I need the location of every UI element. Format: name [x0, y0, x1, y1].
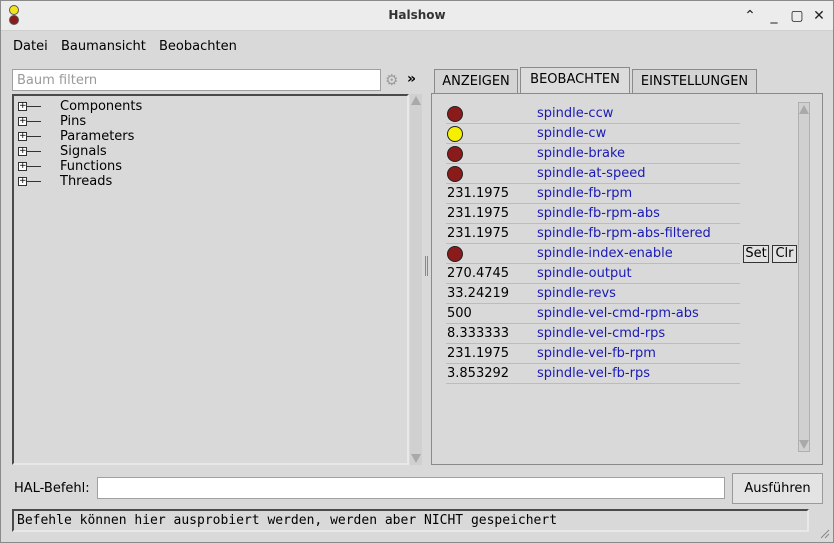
watch-item-name[interactable]: spindle-cw	[537, 126, 606, 141]
watch-value: 231.1975	[447, 206, 510, 221]
watch-item-name[interactable]: spindle-fb-rpm	[537, 186, 632, 201]
watch-item-name[interactable]: spindle-brake	[537, 146, 625, 161]
watch-item-name[interactable]: spindle-ccw	[537, 106, 613, 121]
scroll-up-icon[interactable]	[411, 96, 421, 105]
watch-value: 231.1975	[447, 186, 510, 201]
menu-bar: Datei Baumansicht Beobachten	[1, 32, 833, 62]
clr-button[interactable]: Clr	[772, 245, 797, 263]
minimize-icon[interactable]: _	[766, 7, 782, 25]
watch-row: spindle-ccw	[446, 104, 740, 124]
set-button[interactable]: Set	[743, 245, 769, 263]
watch-row: 500 spindle-vel-cmd-rpm-abs	[446, 304, 740, 324]
scroll-up-icon[interactable]	[799, 105, 809, 114]
tree-item-label: Components	[60, 99, 143, 114]
pane-divider-handle[interactable]	[425, 256, 428, 276]
menu-datei[interactable]: Datei	[13, 39, 48, 54]
execute-button[interactable]: Ausführen	[732, 473, 823, 504]
watch-value: 270.4745	[447, 266, 510, 281]
hal-command-label: HAL-Befehl:	[14, 481, 90, 496]
watch-item-name[interactable]: spindle-index-enable	[537, 246, 673, 261]
plus-icon[interactable]: +	[18, 162, 27, 171]
led-on-icon	[447, 126, 463, 142]
led-off-icon	[447, 106, 463, 122]
watch-value: 33.24219	[447, 286, 510, 301]
watch-item-name[interactable]: spindle-vel-cmd-rpm-abs	[537, 306, 699, 321]
watch-item-name[interactable]: spindle-at-speed	[537, 166, 645, 181]
resize-grip-icon[interactable]	[820, 529, 830, 539]
watch-item-name[interactable]: spindle-revs	[537, 286, 616, 301]
expand-more-button[interactable]: »	[407, 71, 416, 87]
menu-beobachten[interactable]: Beobachten	[159, 39, 237, 54]
watch-row: 231.1975 spindle-fb-rpm-abs	[446, 204, 740, 224]
plus-icon[interactable]: +	[18, 102, 27, 111]
watch-item-name[interactable]: spindle-vel-cmd-rps	[537, 326, 665, 341]
watch-row: spindle-brake	[446, 144, 740, 164]
scroll-down-icon[interactable]	[411, 454, 421, 463]
watch-value: 8.333333	[447, 326, 510, 341]
watch-row: spindle-at-speed	[446, 164, 740, 184]
tree-item-label: Signals	[60, 144, 107, 159]
watch-value: 231.1975	[447, 226, 510, 241]
watch-row: 231.1975 spindle-fb-rpm-abs-filtered	[446, 224, 740, 244]
plus-icon[interactable]: +	[18, 147, 27, 156]
watch-row: 3.853292 spindle-vel-fb-rps	[446, 364, 740, 384]
title-bar: Halshow ⌃ _ ▢ ✕	[1, 1, 833, 31]
tree-scrollbar[interactable]	[410, 94, 422, 465]
scroll-down-icon[interactable]	[799, 440, 809, 449]
tree-item-label: Parameters	[60, 129, 135, 144]
status-line: Befehle können hier ausprobiert werden, …	[12, 509, 809, 532]
watch-row: 270.4745 spindle-output	[446, 264, 740, 284]
watch-value: 231.1975	[447, 346, 510, 361]
gear-icon[interactable]: ⚙	[385, 71, 398, 89]
hal-command-input[interactable]	[97, 477, 725, 499]
shade-icon[interactable]: ⌃	[742, 7, 758, 25]
tree-filter-input[interactable]: Baum filtern	[12, 69, 381, 91]
watch-item-name[interactable]: spindle-vel-fb-rpm	[537, 346, 656, 361]
watch-row: 33.24219 spindle-revs	[446, 284, 740, 304]
menu-baumansicht[interactable]: Baumansicht	[61, 39, 146, 54]
watch-row: spindle-cw	[446, 124, 740, 144]
plus-icon[interactable]: +	[18, 177, 27, 186]
plus-icon[interactable]: +	[18, 132, 27, 141]
hal-tree[interactable]: + Components + Pins + Parameters + Signa…	[12, 94, 409, 465]
watch-row: 231.1975 spindle-vel-fb-rpm	[446, 344, 740, 364]
watch-item-name[interactable]: spindle-fb-rpm-abs	[537, 206, 660, 221]
window-title: Halshow	[388, 8, 446, 22]
halshow-window: Halshow ⌃ _ ▢ ✕ Datei Baumansicht Beobac…	[0, 0, 834, 543]
tree-item-label: Functions	[60, 159, 123, 174]
watch-scrollbar[interactable]	[798, 102, 810, 452]
tab-beobachten[interactable]: BEOBACHTEN	[520, 67, 630, 94]
watch-row: 8.333333 spindle-vel-cmd-rps	[446, 324, 740, 344]
watch-item-name[interactable]: spindle-fb-rpm-abs-filtered	[537, 226, 711, 241]
watch-value: 500	[447, 306, 472, 321]
tab-einstellungen[interactable]: EINSTELLUNGEN	[632, 69, 757, 93]
watch-row: spindle-index-enable	[446, 244, 740, 264]
led-off-icon	[447, 166, 463, 182]
plus-icon[interactable]: +	[18, 117, 27, 126]
watch-item-name[interactable]: spindle-output	[537, 266, 632, 281]
watch-item-name[interactable]: spindle-vel-fb-rps	[537, 366, 650, 381]
led-off-icon	[447, 246, 463, 262]
maximize-icon[interactable]: ▢	[789, 7, 805, 25]
tab-anzeigen[interactable]: ANZEIGEN	[434, 69, 518, 93]
led-off-icon	[447, 146, 463, 162]
tree-item-label: Pins	[60, 114, 87, 129]
close-icon[interactable]: ✕	[811, 7, 827, 25]
watch-value: 3.853292	[447, 366, 510, 381]
watch-row: 231.1975 spindle-fb-rpm	[446, 184, 740, 204]
tree-item-label: Threads	[60, 174, 113, 189]
